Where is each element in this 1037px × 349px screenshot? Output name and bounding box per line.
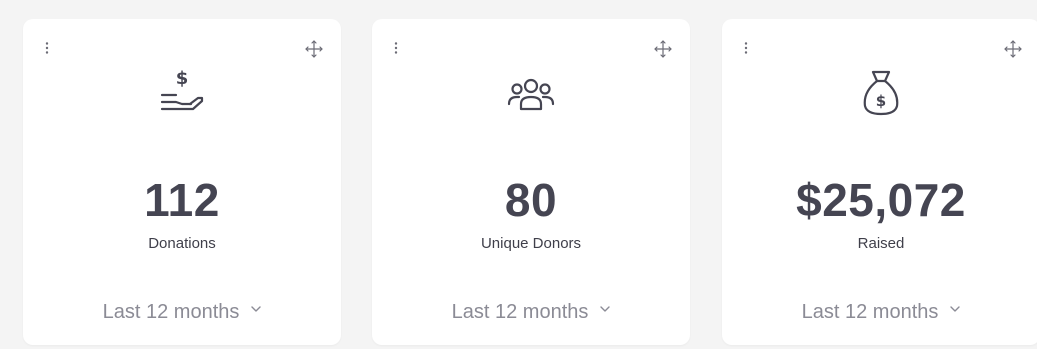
chevron-down-icon [950,306,961,313]
period-label: Last 12 months [102,301,240,323]
money-bag-icon: $ [848,64,914,120]
people-group-icon [498,64,564,120]
period-dropdown[interactable]: Last 12 months [372,299,690,325]
more-options-icon[interactable] [742,41,750,55]
raised-amount: $25,072 [796,174,966,226]
svg-text:$: $ [876,92,886,110]
svg-text:$: $ [176,68,189,89]
period-dropdown[interactable]: Last 12 months [722,299,1037,325]
donations-count: 112 [144,174,220,226]
raised-card: $ $25,072 Raised Last 12 months [722,19,1037,345]
drag-move-icon[interactable] [304,39,324,59]
chevron-down-icon [251,306,262,313]
more-options-icon[interactable] [43,41,51,55]
unique-donors-label: Unique Donors [480,235,582,252]
drag-move-icon[interactable] [653,39,673,59]
chevron-down-icon [600,306,611,313]
period-dropdown[interactable]: Last 12 months [23,299,341,325]
period-label: Last 12 months [801,301,939,323]
donations-card: $ 112 Donations Last 12 months [23,19,341,345]
raised-label: Raised [857,235,905,252]
period-label: Last 12 months [451,301,589,323]
hand-dollar-icon: $ [149,64,215,120]
drag-move-icon[interactable] [1003,39,1023,59]
more-options-icon[interactable] [392,41,400,55]
unique-donors-count: 80 [504,174,558,226]
donations-label: Donations [148,235,216,252]
unique-donors-card: 80 Unique Donors Last 12 months [372,19,690,345]
